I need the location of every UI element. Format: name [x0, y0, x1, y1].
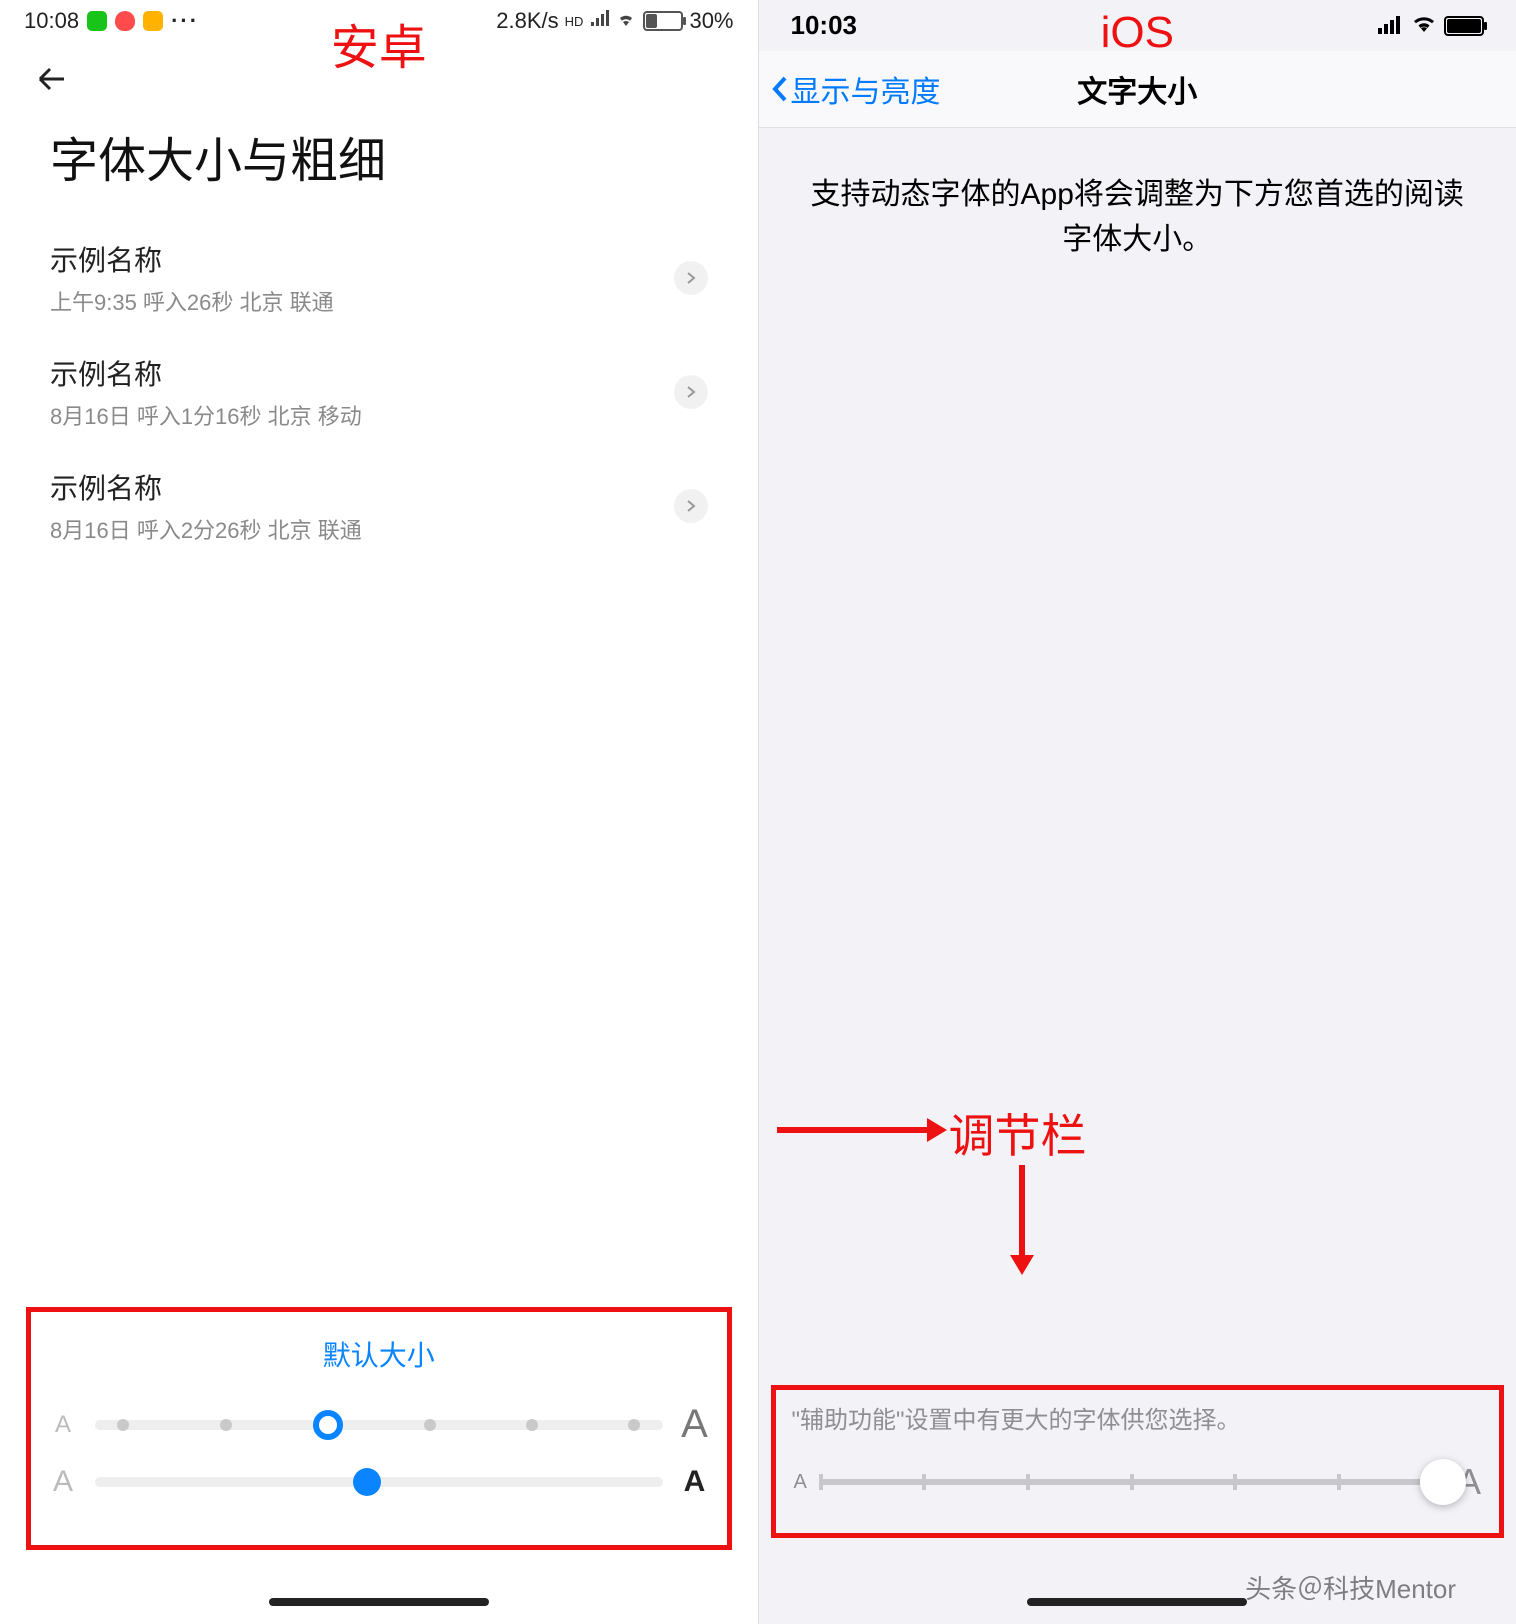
- battery-icon: [643, 11, 683, 31]
- status-time: 10:08: [24, 8, 79, 34]
- small-a-icon: A: [45, 1411, 81, 1439]
- battery-icon: [1444, 16, 1484, 36]
- bold-a-icon: A: [677, 1465, 713, 1499]
- slider-annotation-label: 调节栏: [949, 1100, 1087, 1166]
- font-weight-slider[interactable]: A A: [45, 1465, 713, 1499]
- more-icon: ···: [171, 8, 199, 34]
- sample-item[interactable]: 示例名称 上午9:35 呼入26秒 北京 联通: [50, 221, 708, 335]
- signal-icon: [1378, 10, 1404, 41]
- wifi-icon: [615, 8, 637, 34]
- qq-icon: [115, 11, 135, 31]
- android-slider-panel: 默认大小 A A A A: [26, 1307, 732, 1550]
- item-name: 示例名称: [50, 353, 362, 393]
- arrow-down-icon: [1007, 1165, 1037, 1275]
- item-name: 示例名称: [50, 467, 362, 507]
- slider-header: 默认大小: [45, 1334, 713, 1374]
- font-size-slider[interactable]: A A: [45, 1402, 713, 1447]
- item-detail: 上午9:35 呼入26秒 北京 联通: [50, 285, 334, 317]
- chevron-right-icon: [674, 261, 708, 295]
- item-detail: 8月16日 呼入1分16秒 北京 移动: [50, 399, 362, 431]
- status-time: 10:03: [791, 10, 858, 41]
- thin-a-icon: A: [45, 1465, 81, 1499]
- nav-title: 文字大小: [1077, 67, 1197, 111]
- android-pane: 10:08 ··· 2.8K/s HD 30% 安卓: [0, 0, 759, 1624]
- android-annotation: 安卓: [331, 8, 427, 78]
- wechat-icon: [87, 11, 107, 31]
- back-label: 显示与亮度: [791, 67, 941, 111]
- chevron-right-icon: [674, 375, 708, 409]
- arrow-right-icon: [777, 1115, 947, 1145]
- small-a-icon: A: [794, 1471, 807, 1494]
- wifi-icon: [1412, 10, 1436, 41]
- sample-item[interactable]: 示例名称 8月16日 呼入1分16秒 北京 移动: [50, 335, 708, 449]
- page-title: 字体大小与粗细: [0, 103, 758, 221]
- ios-slider-panel: "辅助功能"设置中有更大的字体供您选择。 A A: [771, 1385, 1505, 1538]
- credit-watermark: 头条＠科技Mentor: [1245, 1569, 1456, 1606]
- home-indicator[interactable]: [1027, 1598, 1247, 1606]
- back-button[interactable]: 显示与亮度: [769, 67, 941, 111]
- slider-thumb[interactable]: [313, 1410, 343, 1440]
- slider-thumb[interactable]: [1420, 1459, 1466, 1505]
- net-speed: 2.8K/s: [496, 8, 558, 34]
- app-icon: [143, 11, 163, 31]
- ios-pane: 10:03 iOS 显示与亮度 文字大小 支持动态字体的App将会调整为下方您首…: [759, 0, 1516, 1624]
- text-size-slider[interactable]: A A: [786, 1461, 1490, 1503]
- battery-pct: 30%: [689, 8, 733, 34]
- home-indicator[interactable]: [269, 1598, 489, 1606]
- signal-icon: [589, 8, 609, 34]
- slider-thumb[interactable]: [353, 1468, 381, 1496]
- ios-nav-bar: 显示与亮度 文字大小: [759, 51, 1516, 128]
- sample-item[interactable]: 示例名称 8月16日 呼入2分26秒 北京 联通: [50, 449, 708, 563]
- item-name: 示例名称: [50, 239, 334, 279]
- item-detail: 8月16日 呼入2分26秒 北京 联通: [50, 513, 362, 545]
- slider-hint: "辅助功能"设置中有更大的字体供您选择。: [792, 1400, 1484, 1435]
- description-text: 支持动态字体的App将会调整为下方您首选的阅读字体大小。: [759, 128, 1516, 292]
- large-a-icon: A: [677, 1402, 713, 1447]
- sample-list: 示例名称 上午9:35 呼入26秒 北京 联通 示例名称 8月16日 呼入1分1…: [0, 221, 758, 563]
- chevron-right-icon: [674, 489, 708, 523]
- hd-icon: HD: [565, 14, 584, 29]
